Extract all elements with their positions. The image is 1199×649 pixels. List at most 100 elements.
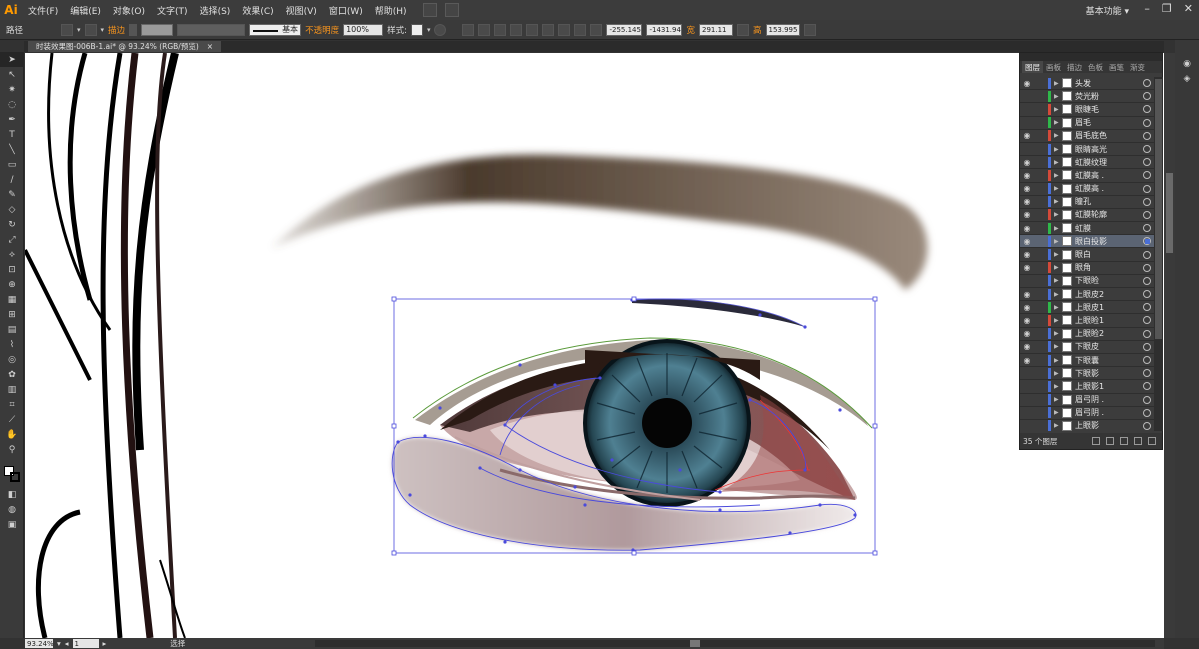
expand-triangle-icon[interactable]: ▶: [1054, 304, 1062, 311]
draw-mode-icon[interactable]: ◍: [0, 502, 24, 517]
color-panel-icon[interactable]: ◉: [1175, 56, 1199, 71]
expand-triangle-icon[interactable]: ▶: [1054, 159, 1062, 166]
expand-triangle-icon[interactable]: ▶: [1054, 251, 1062, 258]
stroke-weight-field[interactable]: [141, 23, 174, 36]
stroke-swatch[interactable]: [10, 472, 20, 482]
vertical-scroll-thumb[interactable]: [1166, 173, 1173, 253]
expand-triangle-icon[interactable]: ▶: [1054, 291, 1062, 298]
layer-name[interactable]: 虹膜轮廓: [1075, 209, 1143, 220]
expand-triangle-icon[interactable]: ▶: [1054, 383, 1062, 390]
shape-builder-tool-icon[interactable]: ⊕: [0, 277, 24, 292]
expand-triangle-icon[interactable]: ▶: [1054, 409, 1062, 416]
layer-row[interactable]: ▶ 上眼影: [1020, 420, 1154, 431]
mesh-tool-icon[interactable]: ⊞: [0, 307, 24, 322]
screen-mode-icon[interactable]: ▣: [0, 517, 24, 532]
align-top-icon[interactable]: [526, 23, 539, 36]
target-circle-icon[interactable]: [1143, 145, 1151, 154]
menu-file[interactable]: 文件(F): [22, 4, 64, 17]
selection-tool-icon[interactable]: ➤: [0, 52, 24, 67]
pen-tool-icon[interactable]: ✒: [0, 112, 24, 127]
target-circle-icon[interactable]: [1143, 356, 1151, 365]
layer-row[interactable]: ◉ ▶ 上眼皮2: [1020, 288, 1154, 302]
target-circle-icon[interactable]: [1143, 382, 1151, 391]
layer-name[interactable]: 眉毛底色: [1075, 130, 1143, 141]
visibility-eye-icon[interactable]: ◉: [1020, 197, 1034, 206]
close-icon[interactable]: ✕: [1184, 2, 1193, 15]
layer-name[interactable]: 虹膜: [1075, 223, 1143, 234]
layer-name[interactable]: 下眼囊: [1075, 355, 1143, 366]
slice-tool-icon[interactable]: ⟋: [0, 412, 24, 427]
target-circle-icon[interactable]: [1143, 395, 1151, 404]
fill-color-picker[interactable]: [61, 23, 74, 36]
visibility-eye-icon[interactable]: ◉: [1020, 131, 1034, 140]
scale-tool-icon[interactable]: ⤢: [0, 232, 24, 247]
tab-artboards[interactable]: 画板: [1043, 62, 1064, 73]
align-to-selection-icon[interactable]: [462, 23, 475, 36]
menu-view[interactable]: 视图(V): [280, 4, 323, 17]
stroke-color-picker[interactable]: [84, 23, 97, 36]
layer-name[interactable]: 下眼影: [1075, 368, 1143, 379]
gradient-tool-icon[interactable]: ▤: [0, 322, 24, 337]
layer-row[interactable]: ◉ ▶ 上眼睑1: [1020, 314, 1154, 328]
layer-name[interactable]: 虹膜高 .: [1075, 170, 1143, 181]
brush-definition-dropdown[interactable]: 基本: [249, 23, 302, 36]
visibility-eye-icon[interactable]: ◉: [1020, 356, 1034, 365]
tab-gradient[interactable]: 渐变: [1127, 62, 1148, 73]
target-circle-icon[interactable]: [1143, 105, 1151, 114]
expand-triangle-icon[interactable]: ▶: [1054, 264, 1062, 271]
layer-row[interactable]: ▶ 荧光粉: [1020, 90, 1154, 104]
color-mode-icon[interactable]: ◧: [0, 487, 24, 502]
column-graph-tool-icon[interactable]: ▥: [0, 382, 24, 397]
pencil-tool-icon[interactable]: ✎: [0, 187, 24, 202]
layer-name[interactable]: 眉毛: [1075, 117, 1143, 128]
layer-row[interactable]: ◉ ▶ 瞳孔: [1020, 196, 1154, 209]
recolor-artwork-icon[interactable]: [434, 23, 447, 36]
new-layer-icon[interactable]: [1134, 437, 1142, 445]
layer-name[interactable]: 上眼皮2: [1075, 289, 1143, 300]
menu-window[interactable]: 窗口(W): [323, 4, 369, 17]
tab-swatches[interactable]: 色板: [1085, 62, 1106, 73]
expand-triangle-icon[interactable]: ▶: [1054, 370, 1062, 377]
rectangle-tool-icon[interactable]: ▭: [0, 157, 24, 172]
artboard-tool-icon[interactable]: ⌗: [0, 397, 24, 412]
layer-row[interactable]: ▶ 下眼睑: [1020, 275, 1154, 288]
make-clipping-mask-icon[interactable]: [1106, 437, 1114, 445]
restore-icon[interactable]: ❐: [1162, 2, 1172, 15]
expand-triangle-icon[interactable]: ▶: [1054, 211, 1062, 218]
bridge-button[interactable]: [422, 3, 437, 17]
zoom-dropdown-icon[interactable]: ▾: [57, 639, 61, 648]
layer-row[interactable]: ▶ 眼睛高光: [1020, 143, 1154, 157]
tab-brushes[interactable]: 画笔: [1106, 62, 1127, 73]
expand-triangle-icon[interactable]: ▶: [1054, 106, 1062, 113]
layer-row[interactable]: ◉ ▶ 上眼睑2: [1020, 328, 1154, 341]
layer-row[interactable]: ◉ ▶ 虹膜高 .: [1020, 169, 1154, 183]
align-bottom-icon[interactable]: [558, 23, 571, 36]
target-circle-icon[interactable]: [1143, 184, 1151, 193]
vertical-scrollbar[interactable]: [1164, 53, 1175, 638]
target-circle-icon[interactable]: [1143, 276, 1151, 285]
visibility-eye-icon[interactable]: ◉: [1020, 171, 1034, 180]
visibility-eye-icon[interactable]: ◉: [1020, 316, 1034, 325]
expand-triangle-icon[interactable]: ▶: [1054, 119, 1062, 126]
visibility-eye-icon[interactable]: ◉: [1020, 184, 1034, 193]
layer-name[interactable]: 眉弓阴 .: [1075, 407, 1143, 418]
constrain-proportions-icon[interactable]: [736, 23, 749, 36]
blend-tool-icon[interactable]: ◎: [0, 352, 24, 367]
layer-name[interactable]: 上眼影1: [1075, 381, 1143, 392]
hand-tool-icon[interactable]: ✋: [0, 427, 24, 442]
layer-name[interactable]: 眼睫毛: [1075, 104, 1143, 115]
align-center-icon[interactable]: [494, 23, 507, 36]
panel-menu-icon[interactable]: [803, 23, 816, 36]
expand-triangle-icon[interactable]: ▶: [1054, 238, 1062, 245]
menu-object[interactable]: 对象(O): [107, 4, 151, 17]
horizontal-scroll-thumb[interactable]: [690, 640, 700, 647]
target-circle-icon[interactable]: [1143, 79, 1151, 88]
zoom-tool-icon[interactable]: ⚲: [0, 442, 24, 457]
target-circle-icon[interactable]: [1143, 316, 1151, 325]
eyedropper-tool-icon[interactable]: ⌇: [0, 337, 24, 352]
target-circle-icon[interactable]: [1143, 131, 1151, 140]
expand-triangle-icon[interactable]: ▶: [1054, 198, 1062, 205]
visibility-eye-icon[interactable]: ◉: [1020, 210, 1034, 219]
layer-row[interactable]: ◉ ▶ 虹膜轮廓: [1020, 209, 1154, 223]
paintbrush-tool-icon[interactable]: ∕: [0, 172, 24, 187]
